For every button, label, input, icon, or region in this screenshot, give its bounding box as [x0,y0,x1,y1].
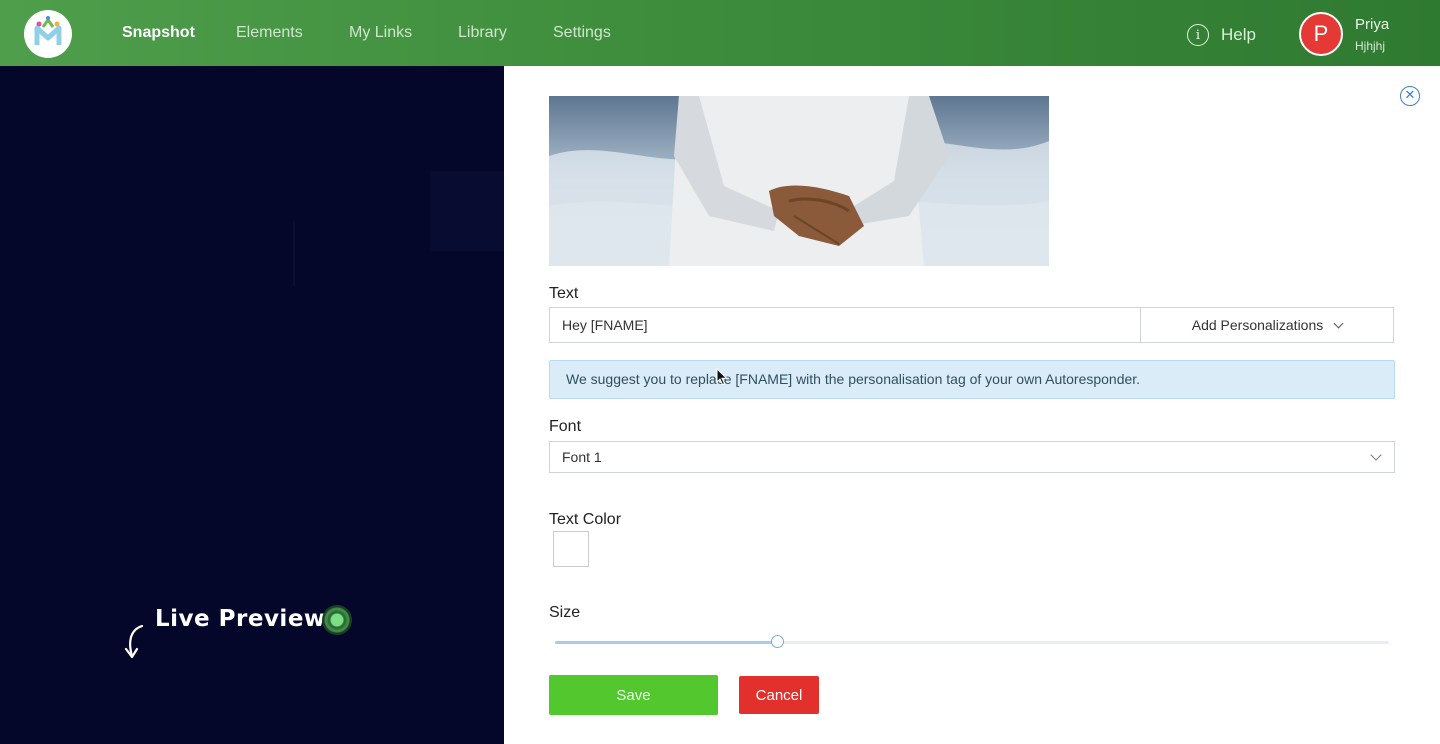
live-indicator-icon [322,605,352,635]
curved-arrow-icon [124,624,144,659]
modal-backdrop[interactable]: Live Preview [0,66,504,744]
select-chevron-icon [1370,449,1382,461]
user-avatar[interactable]: P [1299,12,1343,56]
logo-icon [34,16,62,45]
text-color-label: Text Color [549,511,622,528]
mouse-cursor-icon [716,368,728,386]
size-slider[interactable] [555,635,1389,648]
add-personalizations-button[interactable]: Add Personalizations [1140,307,1394,343]
top-navbar: Snapshot Elements My Links Library Setti… [0,0,1440,66]
nav-item-settings[interactable]: Settings [553,24,611,42]
beach-photo-image [549,96,1049,266]
backdrop-ghost-box [430,171,504,251]
live-preview-label: Live Preview [155,606,326,632]
size-slider-fill [555,641,778,644]
text-editor-panel: ✕ Text Hey [FNAME] Add Personalizations … [504,66,1440,744]
cancel-button[interactable]: Cancel [739,676,819,714]
info-alert: We suggest you to replace [FNAME] with t… [549,360,1395,399]
user-subtitle: Hjhjhj [1355,39,1386,53]
close-icon[interactable]: ✕ [1400,86,1420,106]
font-select[interactable]: Font 1 [549,441,1395,473]
help-label: Help [1221,25,1256,44]
font-select-value: Font 1 [562,449,602,465]
nav-item-elements[interactable]: Elements [236,24,303,42]
backdrop-ghost-divider [293,221,295,286]
font-field-label: Font [549,418,582,435]
nav-item-library[interactable]: Library [458,24,507,42]
app-logo[interactable] [24,10,72,58]
text-color-swatch[interactable] [553,531,589,567]
help-link[interactable]: i Help [1187,23,1256,47]
nav-item-my-links[interactable]: My Links [349,24,412,42]
add-personalizations-label: Add Personalizations [1191,317,1324,333]
size-slider-handle[interactable] [770,635,784,648]
info-icon: i [1187,24,1209,46]
save-button[interactable]: Save [549,675,718,715]
user-name[interactable]: Priya [1355,16,1389,33]
text-input[interactable]: Hey [FNAME] [549,307,1141,343]
size-label: Size [549,604,581,621]
chevron-down-icon [1333,318,1344,328]
background-preview-image [549,96,1049,266]
text-field-label: Text [549,285,579,302]
nav-item-snapshot[interactable]: Snapshot [122,24,195,42]
